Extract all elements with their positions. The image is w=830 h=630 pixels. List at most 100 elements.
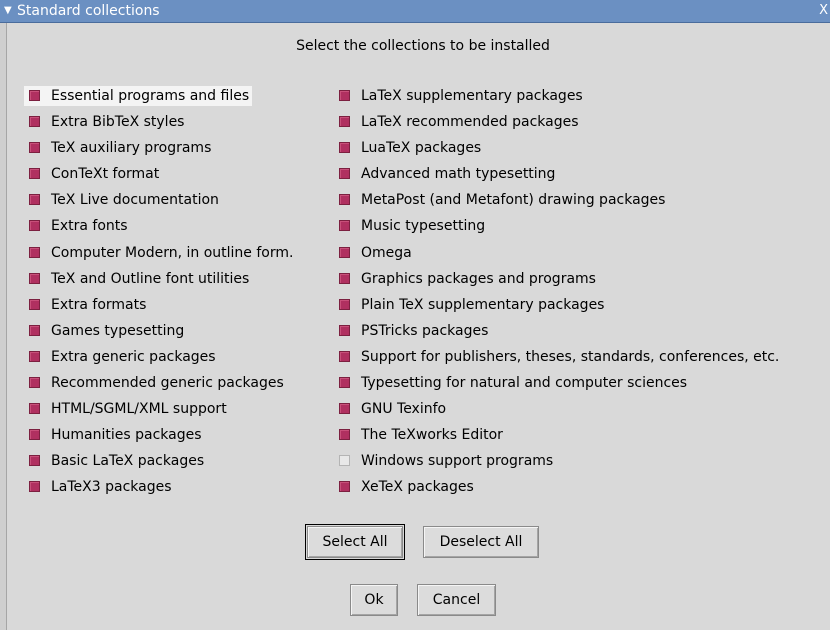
checked-checkbox[interactable]	[29, 324, 40, 336]
checked-checkbox[interactable]	[29, 116, 40, 128]
checked-checkbox[interactable]	[29, 220, 40, 232]
collection-item[interactable]: Extra formats	[24, 295, 296, 321]
collection-item[interactable]: Extra fonts	[24, 216, 296, 242]
collection-checkbutton[interactable]: Support for publishers, theses, standard…	[334, 347, 782, 367]
collection-checkbutton[interactable]: Computer Modern, in outline form.	[24, 243, 296, 263]
deselect-all-button[interactable]: Deselect All	[423, 526, 539, 558]
checked-checkbox[interactable]	[29, 377, 40, 389]
collection-item[interactable]: XeTeX packages	[334, 477, 782, 503]
collection-checkbutton[interactable]: Advanced math typesetting	[334, 164, 558, 184]
collection-item[interactable]: Computer Modern, in outline form.	[24, 243, 296, 269]
collection-checkbutton[interactable]: TeX auxiliary programs	[24, 138, 214, 158]
collection-checkbutton[interactable]: Humanities packages	[24, 425, 205, 445]
collection-item[interactable]: MetaPost (and Metafont) drawing packages	[334, 190, 782, 216]
checked-checkbox[interactable]	[29, 403, 40, 415]
collection-item[interactable]: Advanced math typesetting	[334, 164, 782, 190]
checked-checkbox[interactable]	[29, 481, 40, 493]
collection-checkbutton[interactable]: XeTeX packages	[334, 477, 477, 497]
collection-checkbutton[interactable]: Typesetting for natural and computer sci…	[334, 373, 690, 393]
checked-checkbox[interactable]	[339, 272, 350, 284]
checked-checkbox[interactable]	[29, 272, 40, 284]
collection-checkbutton[interactable]: Extra fonts	[24, 216, 131, 236]
checked-checkbox[interactable]	[339, 168, 350, 180]
collection-checkbutton[interactable]: Graphics packages and programs	[334, 269, 599, 289]
select-all-button[interactable]: Select All	[305, 524, 405, 560]
collection-item[interactable]: Essential programs and files	[24, 86, 296, 112]
checked-checkbox[interactable]	[339, 90, 350, 101]
collection-item[interactable]: LaTeX supplementary packages	[334, 86, 782, 112]
collection-item[interactable]: LuaTeX packages	[334, 138, 782, 164]
ok-button[interactable]: Ok	[350, 584, 398, 616]
collection-item[interactable]: PSTricks packages	[334, 321, 782, 347]
checked-checkbox[interactable]	[339, 246, 350, 258]
collection-checkbutton[interactable]: Windows support programs	[334, 451, 556, 471]
collection-item[interactable]: Recommended generic packages	[24, 373, 296, 399]
checked-checkbox[interactable]	[339, 403, 350, 415]
checked-checkbox[interactable]	[339, 429, 350, 441]
collection-checkbutton[interactable]: Basic LaTeX packages	[24, 451, 207, 471]
collection-item[interactable]: TeX Live documentation	[24, 190, 296, 216]
collection-checkbutton[interactable]: PSTricks packages	[334, 321, 491, 341]
checked-checkbox[interactable]	[29, 142, 40, 154]
checked-checkbox[interactable]	[29, 350, 40, 362]
collection-checkbutton[interactable]: Games typesetting	[24, 321, 187, 341]
collection-checkbutton[interactable]: LaTeX3 packages	[24, 477, 175, 497]
collection-checkbutton[interactable]: Extra BibTeX styles	[24, 112, 187, 132]
cancel-button[interactable]: Cancel	[417, 584, 496, 616]
collection-checkbutton[interactable]: LaTeX recommended packages	[334, 112, 582, 132]
collection-item[interactable]: Extra BibTeX styles	[24, 112, 296, 138]
checked-checkbox[interactable]	[29, 455, 40, 467]
collection-checkbutton[interactable]: HTML/SGML/XML support	[24, 399, 230, 419]
collection-checkbutton[interactable]: TeX Live documentation	[24, 190, 222, 210]
collection-checkbutton[interactable]: Extra formats	[24, 295, 149, 315]
collection-checkbutton[interactable]: The TeXworks Editor	[334, 425, 506, 445]
collection-item[interactable]: Basic LaTeX packages	[24, 451, 296, 477]
collection-checkbutton[interactable]: MetaPost (and Metafont) drawing packages	[334, 190, 668, 210]
collection-item[interactable]: LaTeX recommended packages	[334, 112, 782, 138]
collection-checkbutton[interactable]: TeX and Outline font utilities	[24, 269, 252, 289]
collection-item[interactable]: HTML/SGML/XML support	[24, 399, 296, 425]
collection-item[interactable]: GNU Texinfo	[334, 399, 782, 425]
checked-checkbox[interactable]	[339, 116, 350, 128]
collection-item[interactable]: The TeXworks Editor	[334, 425, 782, 451]
checked-checkbox[interactable]	[339, 324, 350, 336]
close-icon[interactable]: X	[819, 2, 828, 20]
checked-checkbox[interactable]	[339, 142, 350, 154]
collection-item[interactable]: TeX auxiliary programs	[24, 138, 296, 164]
collection-checkbutton[interactable]: Recommended generic packages	[24, 373, 287, 393]
collection-item[interactable]: Extra generic packages	[24, 347, 296, 373]
collection-item[interactable]: Games typesetting	[24, 321, 296, 347]
checked-checkbox[interactable]	[339, 377, 350, 389]
collection-item[interactable]: Windows support programs	[334, 451, 782, 477]
collection-item[interactable]: Graphics packages and programs	[334, 269, 782, 295]
checked-checkbox[interactable]	[339, 298, 350, 310]
checked-checkbox[interactable]	[339, 350, 350, 362]
checked-checkbox[interactable]	[339, 194, 350, 206]
collection-checkbutton[interactable]: ConTeXt format	[24, 164, 162, 184]
collection-checkbutton[interactable]: LaTeX supplementary packages	[334, 86, 586, 106]
collection-checkbutton[interactable]: Music typesetting	[334, 216, 488, 236]
collection-checkbutton[interactable]: GNU Texinfo	[334, 399, 449, 419]
checked-checkbox[interactable]	[29, 168, 40, 180]
checked-checkbox[interactable]	[339, 481, 350, 493]
collection-item[interactable]: Plain TeX supplementary packages	[334, 295, 782, 321]
collection-checkbutton[interactable]: Omega	[334, 243, 415, 263]
collection-item[interactable]: Support for publishers, theses, standard…	[334, 347, 782, 373]
collection-checkbutton[interactable]: LuaTeX packages	[334, 138, 484, 158]
collection-item[interactable]: Typesetting for natural and computer sci…	[334, 373, 782, 399]
collection-checkbutton[interactable]: Extra generic packages	[24, 347, 219, 367]
checked-checkbox[interactable]	[29, 90, 40, 101]
collection-item[interactable]: ConTeXt format	[24, 164, 296, 190]
unchecked-checkbox[interactable]	[339, 455, 350, 467]
collection-checkbutton[interactable]: Essential programs and files	[24, 86, 253, 106]
collection-item[interactable]: Omega	[334, 243, 782, 269]
collection-item[interactable]: Music typesetting	[334, 216, 782, 242]
collection-item[interactable]: Humanities packages	[24, 425, 296, 451]
collection-checkbutton[interactable]: Plain TeX supplementary packages	[334, 295, 607, 315]
checked-checkbox[interactable]	[29, 298, 40, 310]
checked-checkbox[interactable]	[29, 429, 40, 441]
checked-checkbox[interactable]	[29, 246, 40, 258]
collection-item[interactable]: TeX and Outline font utilities	[24, 269, 296, 295]
collection-item[interactable]: LaTeX3 packages	[24, 477, 296, 503]
checked-checkbox[interactable]	[339, 220, 350, 232]
